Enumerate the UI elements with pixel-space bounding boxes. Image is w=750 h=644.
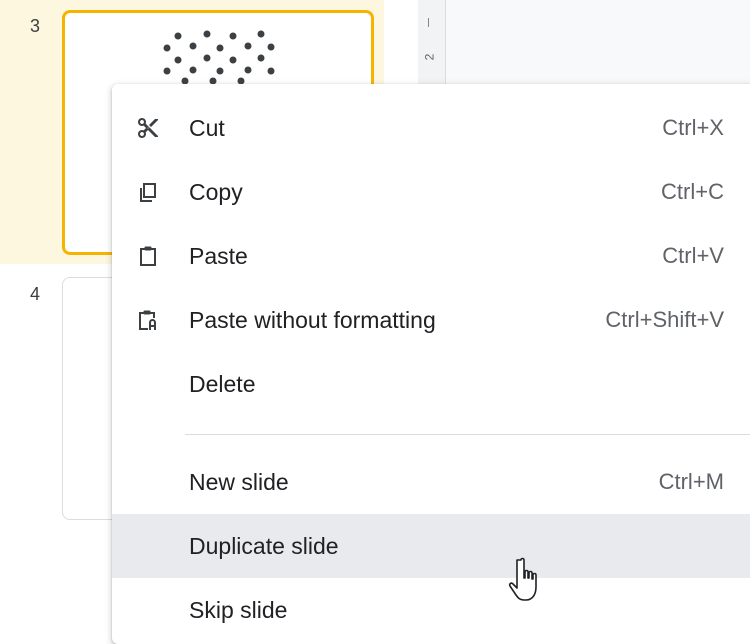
menu-item-paste[interactable]: Paste Ctrl+V [112,224,750,288]
slide-number-4: 4 [30,284,41,304]
copy-icon [136,180,160,204]
slide-number-3: 3 [30,16,41,36]
menu-item-copy[interactable]: Copy Ctrl+C [112,160,750,224]
menu-item-delete[interactable]: Delete [112,352,750,416]
menu-item-label: Skip slide [189,596,288,623]
menu-item-label: Duplicate slide [189,532,339,559]
menu-item-shortcut: Ctrl+M [658,469,724,494]
clipboard-icon [136,244,160,268]
menu-item-label: Cut [189,114,225,141]
menu-item-new-slide[interactable]: New slide Ctrl+M [112,450,750,514]
clipboard-text-icon [136,308,160,332]
menu-item-label: Paste without formatting [189,306,436,333]
menu-item-shortcut: Ctrl+C [661,179,724,204]
hand-pointer-cursor-icon [508,557,537,601]
context-menu: Cut Ctrl+X Copy Ctrl+C Paste Ctrl+V Past… [112,84,750,644]
menu-item-shortcut: Ctrl+X [662,115,724,140]
menu-item-label: New slide [189,468,289,495]
menu-item-shortcut: Ctrl+Shift+V [605,307,724,332]
menu-item-label: Copy [189,178,243,205]
menu-divider [185,434,750,435]
menu-item-skip-slide[interactable]: Skip slide [112,578,750,642]
ruler-tick [428,18,429,27]
scissors-icon [136,116,160,140]
menu-item-paste-without-formatting[interactable]: Paste without formatting Ctrl+Shift+V [112,288,750,352]
menu-item-label: Delete [189,370,256,397]
menu-item-label: Paste [189,242,248,269]
menu-item-duplicate-slide[interactable]: Duplicate slide [112,514,750,578]
menu-item-shortcut: Ctrl+V [662,243,724,268]
menu-item-cut[interactable]: Cut Ctrl+X [112,96,750,160]
ruler-number: 2 [422,53,437,61]
